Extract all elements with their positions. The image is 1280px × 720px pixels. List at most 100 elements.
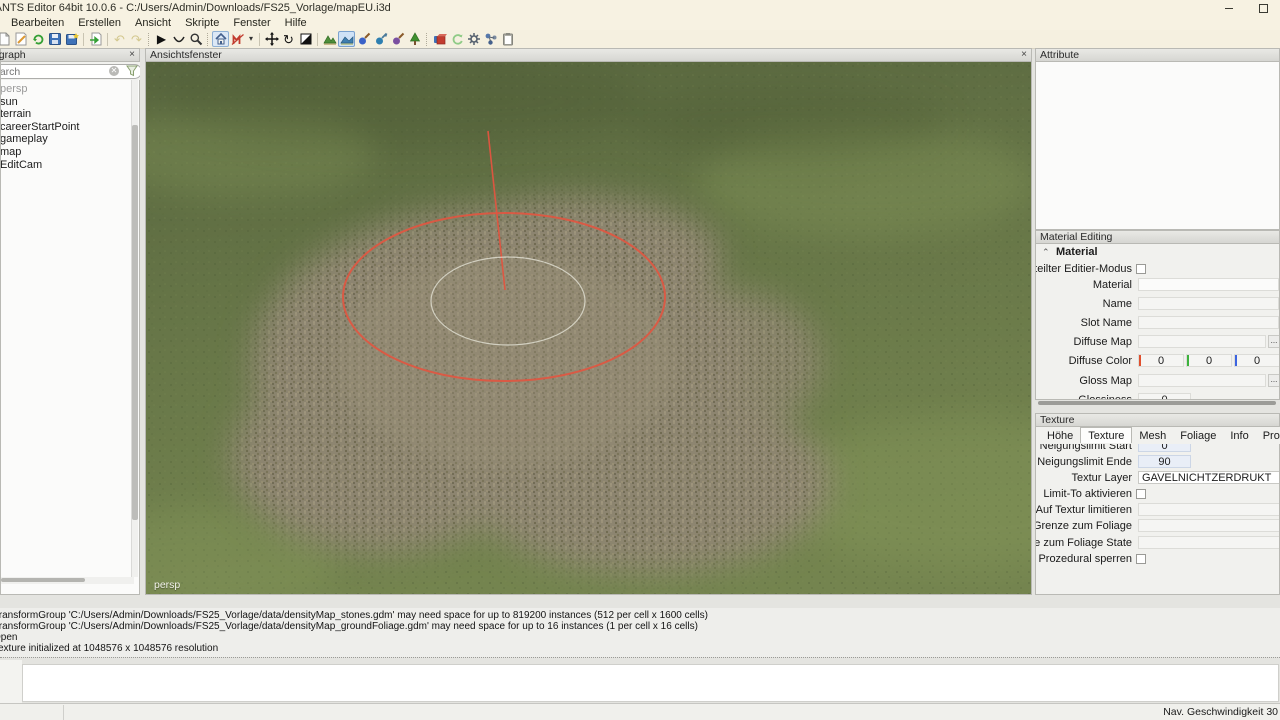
- log-resize-handle[interactable]: [0, 657, 1280, 659]
- tree-item-terrain[interactable]: terrain: [1, 108, 139, 121]
- scenegraph-tree[interactable]: persp sun terrain careerStartPoint gamep…: [0, 80, 140, 595]
- diffuse-color-b-field[interactable]: 0: [1234, 354, 1279, 367]
- play-icon[interactable]: ▶: [153, 31, 170, 47]
- gloss-map-field[interactable]: [1138, 374, 1266, 387]
- giants-editor-window: GIANTS Editor 64bit 10.0.6 - C:/Users/Ad…: [0, 0, 1280, 720]
- tree-item-sun[interactable]: sun: [1, 96, 139, 109]
- menu-skripte[interactable]: Skripte: [178, 17, 226, 29]
- diffuse-map-browse-button[interactable]: ...: [1268, 335, 1279, 348]
- terrain-brush-purple-icon[interactable]: [389, 31, 406, 47]
- terrain-brush-blue-icon[interactable]: [355, 31, 372, 47]
- physics-icon[interactable]: [431, 31, 448, 47]
- menu-bearbeiten[interactable]: Bearbeiten: [4, 17, 71, 29]
- diffuse-color-g-field[interactable]: 0: [1186, 354, 1232, 367]
- tree-item-map[interactable]: map: [1, 146, 139, 159]
- diffuse-map-field[interactable]: [1138, 335, 1266, 348]
- tree-horizontal-scrollbar[interactable]: [1, 577, 134, 584]
- minimize-button[interactable]: [1218, 3, 1240, 14]
- material-horizontal-scrollbar[interactable]: [1036, 400, 1279, 406]
- terrain-brush-teal-icon[interactable]: [372, 31, 389, 47]
- scenegraph-panel-header: Scenegraph ×: [0, 48, 140, 62]
- render-mode-icon[interactable]: [229, 31, 246, 47]
- log-panel[interactable]: TransformGroup 'C:/Users/Admin/Downloads…: [0, 608, 1280, 657]
- statusbar-left-segment: [0, 705, 64, 720]
- zoom-tool-icon[interactable]: [187, 31, 204, 47]
- interpolation-curve-icon[interactable]: [170, 31, 187, 47]
- terrain-sculpt-icon[interactable]: [321, 31, 338, 47]
- limit-texture-field[interactable]: [1138, 503, 1279, 516]
- import-icon[interactable]: [87, 31, 104, 47]
- limit-to-checkbox[interactable]: [1136, 489, 1146, 499]
- translate-tool-icon[interactable]: [263, 31, 280, 47]
- window-title: GIANTS Editor 64bit 10.0.6 - C:/Users/Ad…: [0, 2, 391, 14]
- texture-layer-field[interactable]: GAVELNICHTZERDRUKT: [1138, 471, 1279, 484]
- menu-fenster[interactable]: Fenster: [226, 17, 277, 29]
- procedural-lock-label: Prozedural sperren: [1038, 553, 1132, 565]
- menu-ansicht[interactable]: Ansicht: [128, 17, 178, 29]
- save-as-icon[interactable]: [63, 31, 80, 47]
- edit-scene-icon[interactable]: [12, 31, 29, 47]
- tab-prozedurale-platzierung[interactable]: Prozedurale Platzierung: [1256, 428, 1280, 443]
- tab-foliage[interactable]: Foliage: [1173, 428, 1223, 443]
- glossiness-field[interactable]: 0: [1138, 393, 1191, 399]
- filter-icon[interactable]: [126, 65, 138, 77]
- attribute-panel-header: Attribute: [1035, 48, 1280, 62]
- procedural-lock-checkbox[interactable]: [1136, 554, 1146, 564]
- tree-item-careerstartpoint[interactable]: careerStartPoint: [1, 121, 139, 134]
- network-icon[interactable]: [482, 31, 499, 47]
- material-field[interactable]: [1138, 278, 1279, 291]
- scenegraph-close-icon[interactable]: ×: [129, 50, 135, 60]
- viewport-3d[interactable]: persp: [145, 62, 1032, 595]
- material-section-label: Material: [1056, 246, 1098, 258]
- diffuse-color-label: Diffuse Color: [1068, 355, 1132, 367]
- material-editing-title: Material Editing: [1040, 231, 1113, 243]
- reload-scripts-icon[interactable]: [448, 31, 465, 47]
- save-icon[interactable]: [46, 31, 63, 47]
- diffuse-color-r-field[interactable]: 0: [1138, 354, 1184, 367]
- slope-end-field[interactable]: 90: [1138, 455, 1191, 468]
- shared-edit-mode-label: Geteilter Editier-Modus: [1035, 263, 1132, 275]
- slot-name-field[interactable]: [1138, 316, 1279, 329]
- scale-tool-icon[interactable]: [297, 31, 314, 47]
- name-field[interactable]: [1138, 297, 1279, 310]
- render-mode-dropdown-icon[interactable]: ▾: [246, 31, 256, 47]
- tree-vertical-scrollbar[interactable]: [131, 80, 138, 577]
- tree-item-persp[interactable]: persp: [1, 83, 139, 96]
- red-channel-bar: [1139, 355, 1141, 366]
- frame-selected-icon[interactable]: [212, 31, 229, 47]
- terrain-paint-icon[interactable]: [338, 31, 355, 47]
- tree-item-gameplay[interactable]: gameplay: [1, 133, 139, 146]
- menu-hilfe[interactable]: Hilfe: [278, 17, 314, 29]
- material-editing-header: Material Editing: [1035, 230, 1280, 244]
- tab-texture[interactable]: Texture: [1080, 427, 1133, 443]
- terrain-render: [146, 62, 1031, 594]
- rotate-tool-icon[interactable]: ↻: [280, 31, 297, 47]
- clear-search-icon[interactable]: ✕: [109, 66, 119, 76]
- shared-edit-mode-checkbox[interactable]: [1136, 264, 1146, 274]
- new-scene-icon[interactable]: [0, 31, 12, 47]
- limit-texture-label: Auf Textur limitieren: [1035, 504, 1132, 516]
- reload-icon[interactable]: [29, 31, 46, 47]
- collapse-chevron-icon[interactable]: ⌃: [1042, 247, 1050, 258]
- statusbar: Nav. Geschwindigkeit 30: [0, 703, 1280, 720]
- blue-channel-bar: [1235, 355, 1237, 366]
- foliage-border-field[interactable]: [1138, 519, 1279, 532]
- redo-icon[interactable]: ↷: [128, 31, 145, 47]
- paste-icon[interactable]: [499, 31, 516, 47]
- tree-item-editcam[interactable]: EditCam: [1, 159, 139, 172]
- viewport-close-icon[interactable]: ×: [1021, 50, 1027, 60]
- undo-icon[interactable]: ↶: [111, 31, 128, 47]
- maximize-button[interactable]: [1252, 3, 1274, 14]
- menu-erstellen[interactable]: Erstellen: [71, 17, 128, 29]
- search-input[interactable]: [1, 64, 140, 79]
- tab-mesh[interactable]: Mesh: [1132, 428, 1173, 443]
- foliage-paint-icon[interactable]: [406, 31, 423, 47]
- script-console-gutter: [0, 660, 22, 703]
- slope-start-field[interactable]: 0: [1138, 444, 1191, 452]
- script-console-input[interactable]: [22, 664, 1279, 702]
- gloss-map-browse-button[interactable]: ...: [1268, 374, 1279, 387]
- tab-hoehe[interactable]: Höhe: [1040, 428, 1080, 443]
- tab-info[interactable]: Info: [1223, 428, 1255, 443]
- settings-gear-icon[interactable]: [465, 31, 482, 47]
- foliage-border-state-field[interactable]: [1138, 536, 1279, 549]
